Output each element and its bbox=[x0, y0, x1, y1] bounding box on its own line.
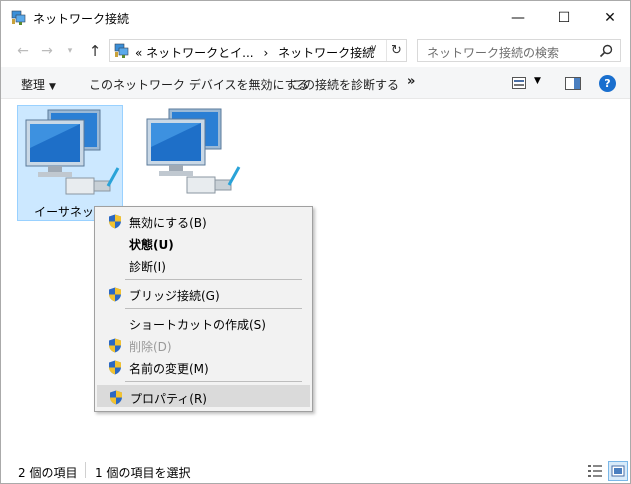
status-separator bbox=[85, 462, 86, 478]
search-input[interactable]: ネットワーク接続の検索 bbox=[417, 39, 621, 62]
help-icon: ? bbox=[604, 77, 611, 90]
maximize-button[interactable]: ☐ bbox=[541, 1, 587, 35]
network-connections-icon bbox=[114, 43, 129, 58]
uac-shield-icon bbox=[109, 338, 121, 353]
menu-item-rename[interactable]: 名前の変更(M) bbox=[97, 356, 310, 378]
menu-item-disable[interactable]: 無効にする(B) bbox=[97, 210, 310, 232]
back-arrow-icon: ← bbox=[17, 43, 29, 59]
menu-item-label: 無効にする(B) bbox=[129, 216, 207, 230]
network-connections-icon bbox=[11, 10, 26, 25]
forward-arrow-icon: → bbox=[41, 43, 53, 59]
menu-item-label: 名前の変更(M) bbox=[129, 362, 209, 376]
caret-down-icon: ▼ bbox=[49, 82, 56, 92]
breadcrumb-separator[interactable]: › bbox=[263, 46, 268, 60]
recent-locations-button[interactable]: ▾ bbox=[63, 41, 77, 61]
details-view-icon[interactable] bbox=[587, 464, 603, 478]
change-view-icon[interactable] bbox=[512, 77, 526, 89]
menu-item-label: 診断(I) bbox=[129, 260, 166, 274]
menu-item-label: 状態(U) bbox=[129, 238, 174, 252]
context-menu: 無効にする(B) 状態(U) 診断(I) ブリッジ接続(G) ショートカットの作… bbox=[94, 206, 313, 412]
minimize-button[interactable]: — bbox=[495, 1, 541, 35]
preview-pane-icon[interactable] bbox=[565, 77, 581, 90]
network-adapter-item[interactable] bbox=[139, 105, 245, 221]
menu-item-label: 削除(D) bbox=[129, 340, 172, 354]
help-button[interactable]: ? bbox=[599, 75, 616, 92]
up-button[interactable]: ↑ bbox=[85, 41, 105, 61]
menu-item-label: プロパティ(R) bbox=[130, 392, 207, 406]
back-button[interactable]: ← bbox=[13, 41, 33, 61]
organize-button[interactable]: 整理 ▼ bbox=[21, 76, 56, 93]
menu-item-label: ショートカットの作成(S) bbox=[129, 318, 266, 332]
large-icons-view-icon bbox=[611, 465, 625, 477]
network-adapter-item[interactable]: イーサネット bbox=[17, 105, 123, 221]
menu-item-status[interactable]: 状態(U) bbox=[97, 232, 310, 254]
explorer-window: ネットワーク接続 — ☐ ✕ ← → ▾ ↑ « ネットワークとイ... › ネ… bbox=[0, 0, 631, 484]
address-bar[interactable]: « ネットワークとイ... › ネットワーク接続 ∨ ↻ bbox=[109, 39, 407, 62]
view-options-dropdown-icon[interactable]: ▼ bbox=[534, 76, 541, 86]
network-adapter-icon bbox=[25, 109, 120, 195]
window-title: ネットワーク接続 bbox=[33, 12, 130, 26]
uac-shield-icon bbox=[110, 390, 122, 405]
forward-button[interactable]: → bbox=[37, 41, 57, 61]
selection-count: 1 個の項目を選択 bbox=[95, 466, 191, 480]
refresh-icon: ↻ bbox=[391, 43, 402, 58]
breadcrumb-item[interactable]: ネットワークとイ... bbox=[146, 46, 253, 60]
close-button[interactable]: ✕ bbox=[587, 1, 631, 35]
search-icon bbox=[599, 44, 613, 58]
breadcrumb: « ネットワークとイ... › ネットワーク接続 bbox=[135, 44, 374, 61]
minimize-icon: — bbox=[511, 10, 525, 26]
uac-shield-icon bbox=[109, 360, 121, 375]
address-dropdown-icon[interactable]: ∨ bbox=[370, 43, 377, 54]
menu-separator bbox=[125, 308, 302, 309]
command-bar: 整理 ▼ このネットワーク デバイスを無効にする この接続を診断する » ▼ ? bbox=[1, 67, 630, 99]
disable-device-button[interactable]: このネットワーク デバイスを無効にする bbox=[89, 76, 309, 93]
uac-shield-icon bbox=[109, 214, 121, 229]
organize-label: 整理 bbox=[21, 78, 46, 92]
menu-item-properties[interactable]: プロパティ(R) bbox=[97, 385, 310, 407]
breadcrumb-item[interactable]: ネットワーク接続 bbox=[278, 46, 374, 60]
menu-item-delete[interactable]: 削除(D) bbox=[97, 334, 310, 356]
refresh-button[interactable]: ↻ bbox=[386, 40, 406, 61]
more-commands-button[interactable]: » bbox=[407, 74, 415, 89]
network-adapter-icon bbox=[146, 108, 241, 194]
address-row: ← → ▾ ↑ « ネットワークとイ... › ネットワーク接続 ∨ ↻ ネット… bbox=[1, 35, 630, 67]
menu-item-bridge[interactable]: ブリッジ接続(G) bbox=[97, 283, 310, 305]
maximize-icon: ☐ bbox=[557, 10, 571, 26]
title-bar: ネットワーク接続 — ☐ ✕ bbox=[1, 1, 630, 35]
menu-item-label: ブリッジ接続(G) bbox=[129, 289, 220, 303]
menu-item-create-shortcut[interactable]: ショートカットの作成(S) bbox=[97, 312, 310, 334]
diagnose-connection-button[interactable]: この接続を診断する bbox=[291, 76, 399, 93]
close-icon: ✕ bbox=[604, 10, 616, 26]
breadcrumb-overflow[interactable]: « bbox=[135, 46, 142, 60]
large-icons-view-button[interactable] bbox=[608, 461, 628, 481]
up-arrow-icon: ↑ bbox=[88, 42, 102, 60]
item-count: 2 個の項目 bbox=[18, 466, 78, 480]
uac-shield-icon bbox=[109, 287, 121, 302]
menu-separator bbox=[125, 279, 302, 280]
search-placeholder: ネットワーク接続の検索 bbox=[427, 46, 560, 60]
status-bar: 2 個の項目 1 個の項目を選択 bbox=[1, 457, 630, 483]
menu-item-diagnose[interactable]: 診断(I) bbox=[97, 254, 310, 276]
menu-separator bbox=[125, 381, 302, 382]
chevron-down-icon: ▾ bbox=[67, 46, 73, 56]
